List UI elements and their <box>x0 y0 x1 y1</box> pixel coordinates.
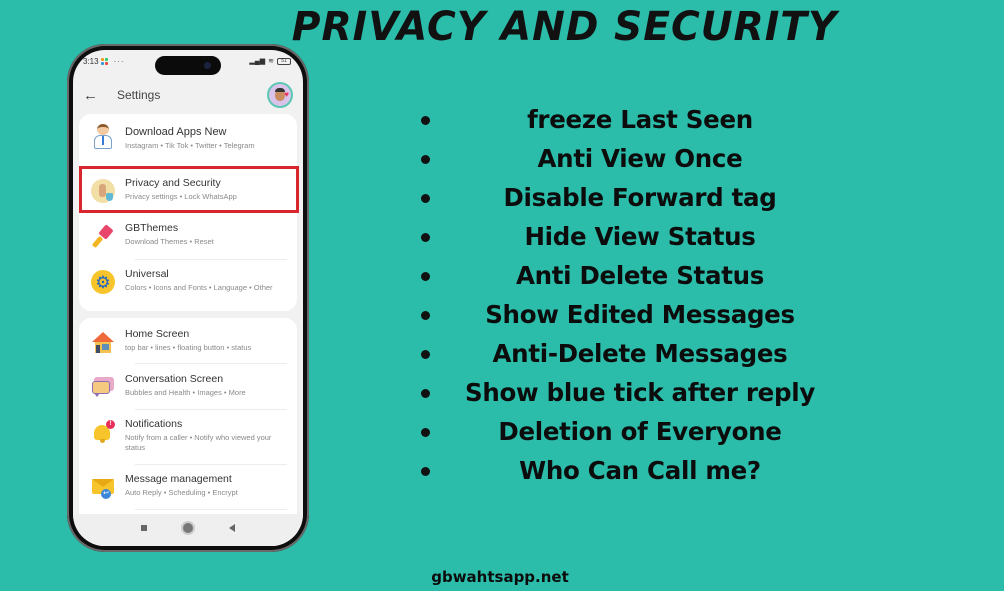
phone-mockup: 3:13 ··· ▂▄▆ ≋ 51 ← Settings ♥ Download … <box>67 44 309 552</box>
app-header: ← Settings ♥ <box>73 78 303 112</box>
avatar[interactable]: ♥ <box>267 82 293 108</box>
item-title: GBThemes <box>125 222 179 234</box>
system-nav-bar <box>73 514 303 546</box>
item-title: Message management <box>125 473 232 485</box>
recents-square-icon[interactable] <box>141 525 147 531</box>
bullet-icon <box>421 115 430 125</box>
item-subtitle: top bar • lines • floating button • stat… <box>125 343 252 352</box>
divider <box>135 464 287 465</box>
footer-website: gbwahtsapp.net <box>431 568 569 586</box>
feature-item: Who Can Call me? <box>410 451 850 490</box>
feature-item: Disable Forward tag <box>410 178 850 217</box>
feature-item: Anti Delete Status <box>410 256 850 295</box>
home-circle-icon[interactable] <box>183 523 193 533</box>
feature-list: freeze Last Seen Anti View Once Disable … <box>410 100 850 490</box>
settings-card-secondary: Home Screen top bar • lines • floating b… <box>79 318 297 546</box>
status-time: 3:13 <box>83 56 99 66</box>
gear-icon: ⚙ <box>91 270 115 294</box>
feature-text: Who Can Call me? <box>519 456 761 485</box>
more-notifications-icon: ··· <box>113 56 125 66</box>
item-subtitle: Notify from a caller • Notify who viewed… <box>125 433 272 452</box>
chat-bubbles-icon <box>91 375 115 399</box>
feature-text: Anti-Delete Messages <box>492 339 788 368</box>
feature-text: Show blue tick after reply <box>465 378 815 407</box>
feature-text: Hide View Status <box>524 222 756 251</box>
heart-icon: ♥ <box>284 90 289 99</box>
house-icon <box>91 330 115 354</box>
item-subtitle: Bubbles and Health • Images • More <box>125 388 246 397</box>
bell-icon: ! <box>91 420 115 444</box>
feature-text: freeze Last Seen <box>527 105 753 134</box>
bullet-icon <box>421 193 430 203</box>
divider <box>135 409 287 410</box>
feature-text: Disable Forward tag <box>503 183 777 212</box>
header-title: Settings <box>117 88 161 102</box>
feature-item: Anti-Delete Messages <box>410 334 850 373</box>
item-title: Universal <box>125 268 169 280</box>
bullet-icon <box>421 427 430 437</box>
item-title: Download Apps New <box>125 126 227 138</box>
item-subtitle: Privacy settings • Lock WhatsApp <box>125 192 237 201</box>
item-title: Privacy and Security <box>125 177 221 189</box>
battery-icon: 51 <box>277 57 291 65</box>
feature-item: Show Edited Messages <box>410 295 850 334</box>
settings-card-primary: Download Apps New Instagram • Tik Tok • … <box>79 114 299 311</box>
feature-text: Show Edited Messages <box>485 300 795 329</box>
settings-item-gbthemes[interactable]: GBThemes Download Themes • Reset <box>79 222 297 249</box>
item-title: Home Screen <box>125 328 190 340</box>
item-title: Conversation Screen <box>125 373 224 385</box>
settings-item-message-management[interactable]: ↩ Message management Auto Reply • Schedu… <box>79 473 297 499</box>
privacy-shield-icon <box>91 179 115 203</box>
item-subtitle: Auto Reply • Scheduling • Encrypt <box>125 488 238 497</box>
feature-text: Anti Delete Status <box>515 261 765 290</box>
settings-item-conversation-screen[interactable]: Conversation Screen Bubbles and Health •… <box>79 373 297 399</box>
item-subtitle: Download Themes • Reset <box>125 237 214 246</box>
item-subtitle: Colors • Icons and Fonts • Language • Ot… <box>125 283 273 292</box>
camera-icon <box>204 62 211 69</box>
phone-screen: 3:13 ··· ▂▄▆ ≋ 51 ← Settings ♥ Download … <box>73 50 303 546</box>
bullet-icon <box>421 232 430 242</box>
paint-brush-icon <box>91 224 115 249</box>
bullet-icon <box>421 349 430 359</box>
person-icon <box>91 124 115 149</box>
arrow-left-icon[interactable]: ← <box>83 87 105 104</box>
feature-text: Deletion of Everyone <box>498 417 782 446</box>
feature-item: Show blue tick after reply <box>410 373 850 412</box>
page-title: PRIVACY AND SECURITY <box>291 4 838 50</box>
bullet-icon <box>421 466 430 476</box>
divider <box>135 259 287 260</box>
feature-item: Deletion of Everyone <box>410 412 850 451</box>
signal-icon: ▂▄▆ <box>249 58 266 65</box>
settings-item-home-screen[interactable]: Home Screen top bar • lines • floating b… <box>79 328 297 354</box>
app-notification-icon <box>100 57 108 65</box>
settings-item-universal[interactable]: ⚙ Universal Colors • Icons and Fonts • L… <box>79 268 297 294</box>
mail-icon: ↩ <box>91 475 115 499</box>
settings-item-notifications[interactable]: ! Notifications Notify from a caller • N… <box>79 418 297 453</box>
feature-item: Hide View Status <box>410 217 850 256</box>
bullet-icon <box>421 310 430 320</box>
feature-text: Anti View Once <box>537 144 743 173</box>
bullet-icon <box>421 271 430 281</box>
settings-item-download-apps[interactable]: Download Apps New Instagram • Tik Tok • … <box>79 122 297 151</box>
feature-item: Anti View Once <box>410 139 850 178</box>
wifi-icon: ≋ <box>268 58 274 65</box>
bullet-icon <box>421 388 430 398</box>
dynamic-island <box>155 56 221 75</box>
item-subtitle: Instagram • Tik Tok • Twitter • Telegram <box>125 141 255 150</box>
settings-item-privacy-security[interactable]: Privacy and Security Privacy settings • … <box>79 177 297 203</box>
bullet-icon <box>421 154 430 164</box>
back-triangle-icon[interactable] <box>229 524 235 532</box>
divider <box>135 509 287 510</box>
item-title: Notifications <box>125 418 183 430</box>
divider <box>135 363 287 364</box>
feature-item: freeze Last Seen <box>410 100 850 139</box>
